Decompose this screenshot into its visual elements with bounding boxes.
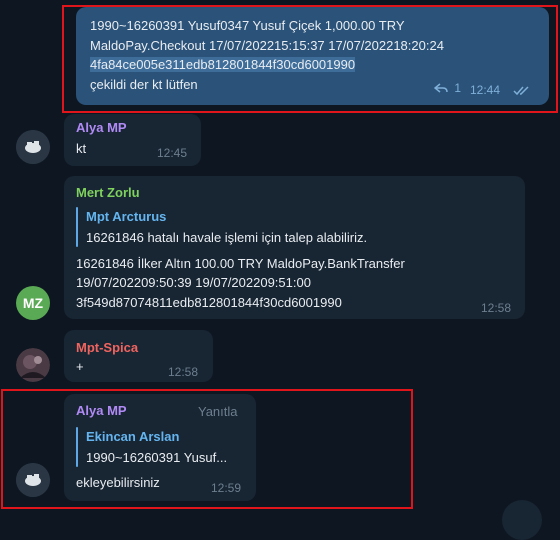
sender-name[interactable]: Alya MP xyxy=(76,120,127,135)
message-text: + xyxy=(76,359,84,374)
avatar-initials: MZ xyxy=(22,295,44,311)
message-time: 12:58 xyxy=(168,365,199,379)
avatar[interactable] xyxy=(16,130,50,164)
quote-text: 16261846 hatalı havale işlemi için talep… xyxy=(86,230,368,245)
message-line: 16261846 İlker Altın 100.00 TRY MaldoPay… xyxy=(76,256,405,271)
highlight-box xyxy=(62,5,558,113)
incoming-message[interactable]: Mert Zorlu Mpt Arcturus 16261846 hatalı … xyxy=(64,176,525,319)
message-line: 3f549d87074811edb812801844f30cd6001990 xyxy=(76,295,342,310)
sender-name[interactable]: Mert Zorlu xyxy=(76,185,140,200)
avatar-photo-icon xyxy=(16,348,50,382)
avatar[interactable] xyxy=(16,348,50,382)
avatar[interactable]: MZ xyxy=(16,286,50,320)
message-time: 12:58 xyxy=(481,301,512,315)
message-text: kt xyxy=(76,141,87,156)
message-line: 19/07/202209:50:39 19/07/202209:51:00 xyxy=(76,275,311,290)
incoming-message[interactable]: Alya MP kt 12:45 xyxy=(64,114,201,166)
quote-author: Mpt Arcturus xyxy=(86,209,167,224)
incoming-message[interactable]: Mpt-Spica + 12:58 xyxy=(64,330,213,382)
sender-name[interactable]: Mpt-Spica xyxy=(76,340,138,355)
avatar-logo-icon xyxy=(16,130,50,164)
message-time: 12:45 xyxy=(157,146,188,160)
quoted-reply[interactable]: Mpt Arcturus 16261846 hatalı havale işle… xyxy=(76,207,476,247)
reply-bar xyxy=(76,207,78,247)
highlight-box xyxy=(1,389,413,509)
scroll-down-button[interactable] xyxy=(502,500,542,540)
